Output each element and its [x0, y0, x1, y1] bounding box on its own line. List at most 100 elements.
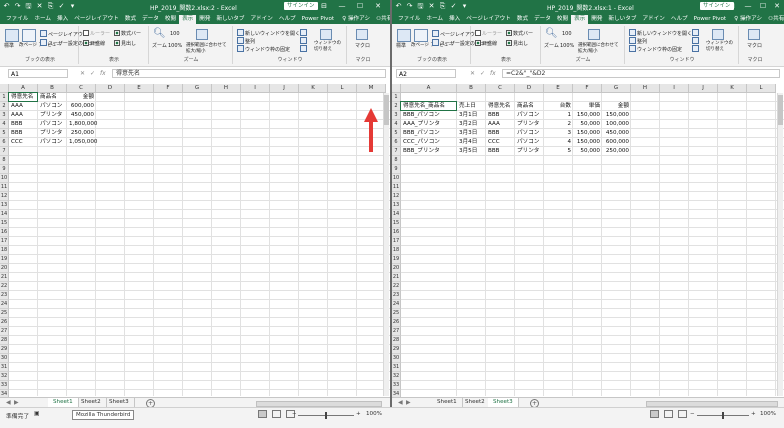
zoom-magnifier-icon[interactable]: 🔍︎ [545, 28, 558, 40]
formula-bar-checkbox[interactable]: 数式バー [114, 30, 141, 37]
row-header[interactable]: 27 [392, 327, 401, 336]
cell[interactable]: BBB_プリンタ [403, 147, 455, 156]
cell[interactable]: 150,000 [604, 111, 629, 120]
share-button[interactable]: ⚇共有 [373, 15, 390, 24]
cell[interactable]: 600,000 [604, 138, 629, 147]
row-header[interactable]: 17 [392, 237, 401, 246]
vertical-scrollbar[interactable] [777, 93, 783, 396]
column-header[interactable]: I [660, 84, 689, 93]
row-header[interactable]: 25 [392, 309, 401, 318]
sheet-tab-3[interactable]: Sheet3 [104, 398, 135, 407]
tab-file[interactable]: ファイル [3, 15, 31, 24]
add-sheet-icon[interactable]: + [530, 399, 539, 407]
cell[interactable]: 150,000 [575, 129, 600, 138]
headings-checkbox[interactable]: 見出し [506, 40, 528, 47]
cell[interactable]: 1,050,000 [69, 138, 97, 147]
row-header[interactable]: 5 [392, 129, 401, 138]
zoom-selection-icon[interactable] [588, 29, 600, 40]
cell[interactable]: 2 [546, 120, 571, 129]
row-header[interactable]: 33 [0, 381, 9, 390]
tab-view[interactable]: 表示 [179, 15, 197, 24]
page-break-preview-icon[interactable] [414, 29, 428, 42]
tab-review[interactable]: 校閲 [162, 15, 179, 24]
cell[interactable]: 150,000 [575, 111, 600, 120]
cell[interactable]: CCC [488, 138, 513, 147]
cell[interactable]: 50,000 [575, 120, 600, 129]
headings-checkbox[interactable]: 見出し [114, 40, 136, 47]
tab-insert[interactable]: 挿入 [446, 15, 463, 24]
freeze-panes-button[interactable]: ウィンドウ枠の固定 [629, 45, 682, 53]
sheet-tab-1[interactable]: Sheet1 [48, 398, 79, 407]
page-layout-view-icon[interactable] [664, 410, 673, 418]
cell[interactable]: AAA [488, 120, 513, 129]
row-header[interactable]: 11 [392, 183, 401, 192]
row-header[interactable]: 6 [0, 138, 9, 147]
cell[interactable]: CCC [11, 138, 36, 147]
sheet-tab-1[interactable]: Sheet1 [432, 398, 463, 407]
cell[interactable]: 金額 [604, 102, 629, 111]
cell[interactable]: パソコン [517, 129, 542, 138]
column-header[interactable]: C [67, 84, 96, 93]
cell[interactable]: 5 [546, 147, 571, 156]
cancel-icon[interactable]: ✕ [470, 69, 475, 78]
column-header[interactable]: M [357, 84, 386, 93]
row-header[interactable]: 2 [0, 102, 9, 111]
cell[interactable]: 3 [546, 129, 571, 138]
cell[interactable]: 売上日 [459, 102, 484, 111]
scroll-thumb[interactable] [778, 95, 783, 125]
column-header[interactable]: K [718, 84, 747, 93]
row-header[interactable]: 3 [392, 111, 401, 120]
cell[interactable]: 50,000 [575, 147, 600, 156]
cell[interactable]: 250,000 [69, 129, 94, 138]
cell[interactable]: 3月3日 [459, 129, 484, 138]
name-box[interactable]: A2 [396, 69, 456, 78]
cell[interactable]: 単価 [575, 102, 600, 111]
row-header[interactable]: 14 [0, 210, 9, 219]
cell[interactable]: 1 [546, 111, 571, 120]
row-header[interactable]: 28 [0, 336, 9, 345]
scroll-thumb[interactable] [384, 95, 389, 125]
cell[interactable]: 100,000 [604, 120, 629, 129]
row-header[interactable]: 27 [0, 327, 9, 336]
close-icon[interactable]: ✕ [372, 1, 384, 11]
add-sheet-icon[interactable]: + [146, 399, 155, 407]
row-header[interactable]: 16 [0, 228, 9, 237]
worksheet-grid[interactable]: A B C D E F G H I J K L M 1 2 3 4 5 6 7 8 9 10 11 12 13 14 15 16 17 18… [0, 84, 390, 399]
row-header[interactable]: 4 [0, 120, 9, 129]
close-doc-icon[interactable]: ✕ [428, 2, 435, 10]
tab-home[interactable]: ホーム [31, 15, 54, 24]
row-header[interactable]: 13 [392, 201, 401, 210]
column-header[interactable]: J [270, 84, 299, 93]
row-header[interactable]: 7 [392, 147, 401, 156]
enter-icon[interactable]: ✓ [90, 69, 95, 78]
restore-icon[interactable]: ☐ [757, 1, 769, 11]
tab-page-layout[interactable]: ページレイアウト [463, 15, 514, 24]
zoom-selection-icon[interactable] [196, 29, 208, 40]
sign-in-button[interactable]: サインイン [284, 2, 318, 10]
row-header[interactable]: 31 [392, 363, 401, 372]
undo-icon[interactable]: ↶ [3, 2, 10, 10]
column-header[interactable]: B [457, 84, 486, 93]
cell[interactable]: BBB [11, 129, 36, 138]
column-header[interactable]: D [515, 84, 544, 93]
row-header[interactable]: 8 [392, 156, 401, 165]
cell[interactable]: AAA [11, 111, 36, 120]
function-icon[interactable]: fx [100, 69, 106, 78]
name-box[interactable]: A1 [8, 69, 68, 78]
cell[interactable]: 450,000 [69, 111, 94, 120]
cell[interactable]: 1,800,000 [69, 120, 97, 129]
column-header[interactable]: F [573, 84, 602, 93]
formula-input[interactable]: =C2&"_"&D2 [502, 69, 780, 78]
cell[interactable]: CCC_パソコン [403, 138, 455, 147]
tab-addins[interactable]: アドイン [639, 15, 667, 24]
redo-icon[interactable]: ↷ [406, 2, 413, 10]
row-header[interactable]: 14 [392, 210, 401, 219]
column-header[interactable]: I [241, 84, 270, 93]
cell[interactable]: BBB_パソコン [403, 129, 455, 138]
row-header[interactable]: 22 [0, 282, 9, 291]
unhide-icon[interactable] [300, 45, 308, 53]
hide-icon[interactable] [692, 37, 700, 45]
prev-sheet-icon[interactable]: ◀ [398, 399, 403, 406]
zoom-slider-knob-right[interactable] [722, 412, 724, 419]
zoom-in-icon[interactable]: + [356, 411, 361, 417]
